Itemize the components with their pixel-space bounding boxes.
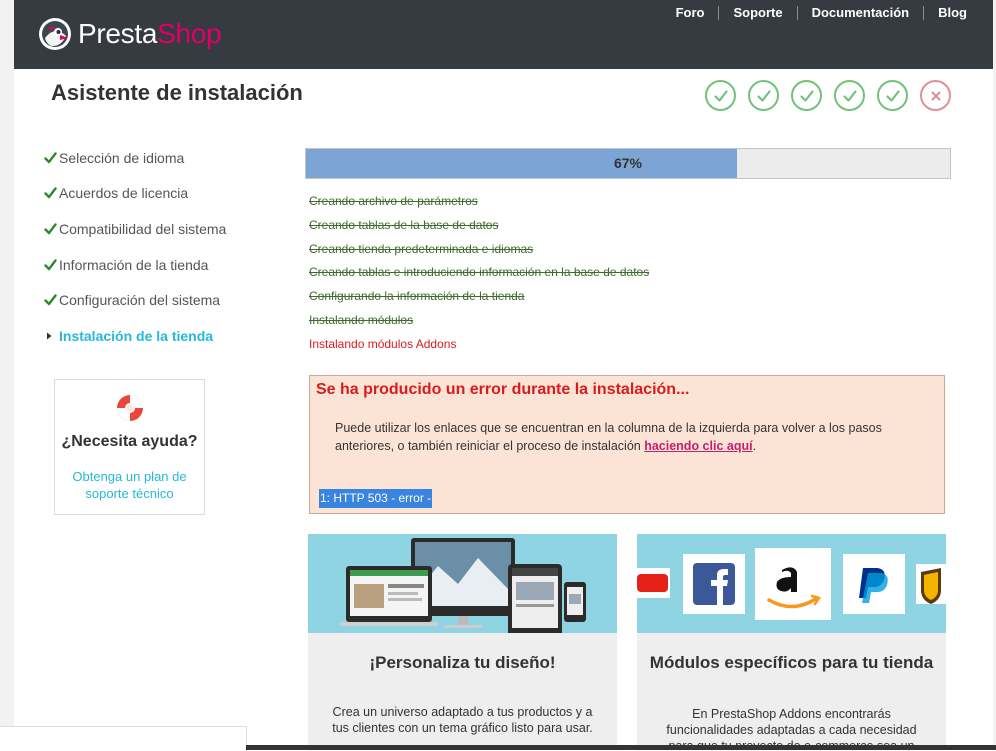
log-line: Creando archivo de parámetros [309, 194, 478, 208]
puffin-logo-icon [39, 18, 71, 50]
error-title: Se ha producido un error durante la inst… [316, 381, 690, 398]
check-icon [885, 89, 900, 102]
step-indicator-done [705, 80, 736, 111]
promo-themes[interactable]: ¡Personaliza tu diseño! Crea un universo… [308, 534, 617, 750]
log-line: Configurando la información de la tienda [309, 289, 525, 304]
error-detail: 1: HTTP 503 - error - [319, 489, 433, 508]
install-steps-sidebar: Selección de idioma Acuerdos de licencia… [44, 140, 274, 354]
restart-install-link[interactable]: haciendo clic aquí [644, 439, 752, 453]
checkmark-icon [44, 294, 57, 306]
promo-modules[interactable]: Módulos específicos para tu tienda En Pr… [637, 534, 946, 750]
sidebar-item-label: Acuerdos de licencia [59, 185, 189, 202]
step-indicators [705, 80, 951, 111]
log-line: Creando tablas e introduciendo informaci… [309, 265, 650, 280]
step-indicator-done [791, 80, 822, 111]
header: PrestaShop Foro Soporte Documentación Bl… [14, 0, 993, 69]
install-log: Creando archivo de parámetros Creando ta… [309, 193, 649, 360]
step-indicator-done [748, 80, 779, 111]
promo-title: ¡Personaliza tu diseño! [369, 653, 556, 672]
sidebar-item-informacion-tienda[interactable]: Información de la tienda [44, 247, 274, 283]
checkmark-icon [44, 152, 57, 163]
check-icon [842, 89, 857, 102]
nav-separator [796, 5, 798, 20]
top-nav: Foro Soporte Documentación Blog [676, 5, 967, 20]
step-indicator-done [834, 80, 865, 111]
logo-wordmark-presta: Presta [78, 18, 158, 49]
window-left-edge [0, 0, 14, 750]
error-message-end: . [752, 439, 757, 453]
check-icon [799, 89, 814, 102]
error-message: Puede utilizar los enlaces que se encuen… [335, 419, 935, 455]
nav-separator [923, 5, 925, 20]
promo-text: Crea un universo adaptado a tus producto… [332, 705, 593, 735]
sidebar-item-configuracion-sistema[interactable]: Configuración del sistema [44, 282, 274, 318]
sidebar-item-instalacion-tienda[interactable]: Instalación de la tienda [44, 318, 274, 354]
nav-link-foro[interactable]: Foro [676, 5, 705, 20]
bottom-panel [0, 726, 247, 751]
logo-wordmark-shop: Shop [157, 18, 222, 49]
sidebar-item-label: Información de la tienda [59, 256, 209, 273]
sidebar-item-label: Compatibilidad del sistema [59, 220, 227, 237]
progress-label: 67% [613, 155, 643, 171]
log-line: Instalando módulos [309, 312, 414, 327]
nav-link-soporte[interactable]: Soporte [733, 5, 782, 20]
step-indicator-error [920, 80, 951, 111]
caret-right-icon [47, 332, 52, 340]
log-line: Creando tablas de la base de datos [309, 217, 499, 232]
nav-separator [718, 5, 720, 20]
check-icon [713, 89, 728, 102]
promo-title: Módulos específicos para tu tienda [649, 653, 934, 672]
promo-text: En PrestaShop Addons encontrarás funcion… [666, 707, 917, 750]
nav-link-blog[interactable]: Blog [938, 5, 967, 20]
responsive-devices-illustration [308, 534, 617, 633]
help-box: ¿Necesita ayuda? Obtenga un plan de sopo… [54, 379, 205, 515]
sidebar-item-acuerdos-licencia[interactable]: Acuerdos de licencia [44, 176, 274, 212]
sidebar-item-label: Configuración del sistema [59, 292, 221, 309]
error-message-text: Puede utilizar los enlaces que se encuen… [335, 421, 882, 453]
checkmark-icon [44, 187, 57, 199]
lifebuoy-icon [117, 395, 143, 421]
prestashop-logo[interactable]: PrestaShop [38, 14, 222, 54]
support-plan-link[interactable]: Obtenga un plan de soporte técnico [61, 468, 198, 502]
close-icon [931, 91, 940, 100]
log-line-failed: Instalando módulos Addons [309, 336, 457, 351]
bottom-taskbar [246, 745, 996, 750]
checkmark-icon [44, 258, 57, 270]
sidebar-item-compatibilidad[interactable]: Compatibilidad del sistema [44, 211, 274, 247]
log-line: Creando tienda predeterminada e idiomas [309, 241, 534, 256]
sidebar-item-seleccion-idioma[interactable]: Selección de idioma [44, 140, 274, 176]
sidebar-item-label: Selección de idioma [59, 149, 185, 166]
checkmark-icon [44, 223, 57, 235]
partner-logos-illustration [637, 534, 946, 633]
nav-link-documentacion[interactable]: Documentación [812, 5, 910, 20]
sidebar-item-label: Instalación de la tienda [59, 327, 214, 344]
error-alert: Se ha producido un error durante la inst… [309, 375, 945, 514]
check-icon [756, 89, 771, 102]
help-title: ¿Necesita ayuda? [61, 433, 198, 450]
logo-wordmark: PrestaShop [78, 17, 222, 51]
install-progress-bar: 67% [305, 148, 951, 179]
step-indicator-done [877, 80, 908, 111]
page-title: Asistente de instalación [51, 80, 303, 105]
